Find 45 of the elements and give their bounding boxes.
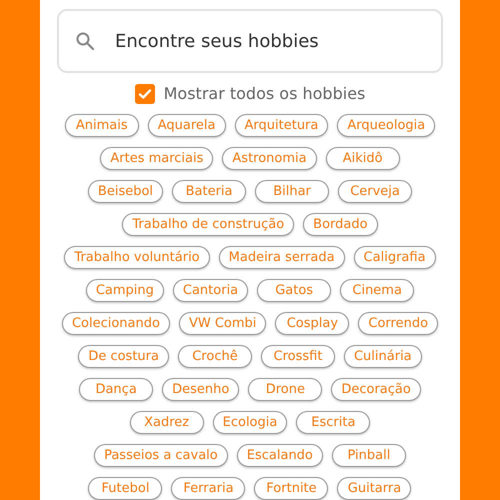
hobby-chip[interactable]: Desenho [162, 378, 240, 401]
hobby-chip[interactable]: Bateria [172, 180, 246, 203]
hobby-chip[interactable]: Drone [248, 378, 322, 401]
search-field[interactable]: Encontre seus hobbies [57, 9, 443, 73]
hobby-chip[interactable]: Bilhar [255, 180, 330, 203]
hobby-chip[interactable]: Animais [64, 114, 139, 137]
hobby-chip[interactable]: Crossfit [260, 345, 335, 368]
hobby-chip[interactable]: Caligrafia [354, 246, 436, 269]
hobby-chip[interactable]: Ecologia [212, 411, 288, 434]
hobby-chip[interactable]: Dança [79, 378, 154, 401]
hobby-chip[interactable]: Arquitetura [234, 114, 328, 137]
hobby-chip[interactable]: VW Combi [178, 312, 266, 335]
hobby-chip[interactable]: Guitarra [337, 477, 412, 500]
hobby-chip[interactable]: Bordado [303, 213, 378, 236]
hobby-chip[interactable]: Ferraria [171, 477, 246, 500]
hobby-chip[interactable]: Aquarela [148, 114, 226, 137]
hobby-chip[interactable]: Crochê [178, 345, 252, 368]
hobby-chip[interactable]: Artes marciais [100, 147, 214, 170]
hobby-chip[interactable]: Passeios a cavalo [94, 444, 228, 467]
checkbox-label: Mostrar todos os hobbies [164, 84, 366, 103]
hobby-chip[interactable]: Cerveja [338, 180, 412, 203]
hobby-chip[interactable]: Xadrez [130, 411, 204, 434]
hobby-chip[interactable]: Trabalho de construção [122, 213, 294, 236]
hobby-chip[interactable]: Escalando [236, 444, 323, 467]
hobby-chip[interactable]: Madeira serrada [218, 246, 345, 269]
hobby-chip[interactable]: Fortnite [254, 477, 328, 500]
hobby-chip[interactable]: Escrita [296, 411, 370, 434]
hobby-chip[interactable]: Aikidô [326, 147, 400, 170]
hobby-chip[interactable]: Culinária [344, 345, 422, 368]
hobby-chip[interactable]: Gatos [257, 279, 332, 302]
hobby-chip[interactable]: Futebol [88, 477, 162, 500]
hobby-chip[interactable]: Beisebol [88, 180, 164, 203]
checkbox[interactable] [134, 84, 155, 104]
hobby-chip[interactable]: Astronomia [222, 147, 317, 170]
hobby-chip[interactable]: Correndo [358, 312, 438, 335]
hobby-chip[interactable]: Camping [86, 279, 164, 302]
hobby-chip[interactable]: Cosplay [275, 312, 350, 335]
hobby-chip[interactable]: Arqueologia [337, 114, 436, 137]
hobby-chip[interactable]: Colecionando [62, 312, 170, 335]
hobby-chip[interactable]: Pinball [332, 444, 406, 467]
hobby-chip[interactable]: Cantoria [172, 279, 248, 302]
hobby-chip[interactable]: Decoração [331, 378, 421, 401]
hobby-chip[interactable]: Cinema [340, 279, 414, 302]
hobby-chip[interactable]: De costura [78, 345, 169, 368]
hobby-chip[interactable]: Trabalho voluntário [64, 246, 210, 269]
